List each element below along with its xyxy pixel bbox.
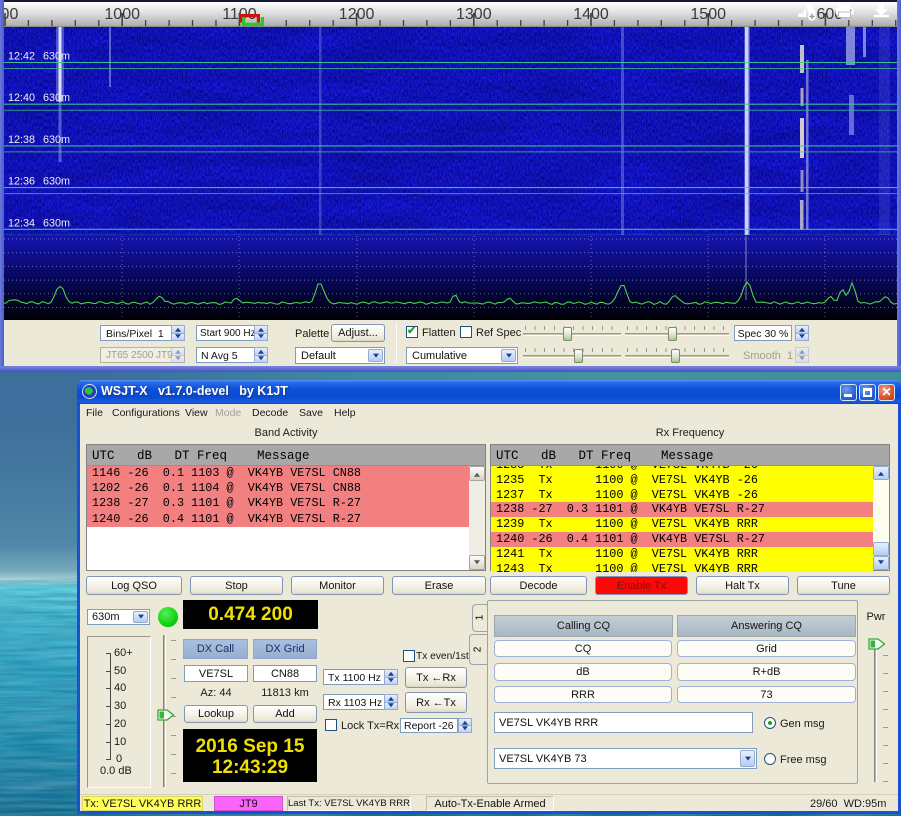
svg-text:12:36: 12:36 — [8, 176, 35, 188]
svg-text:630m: 630m — [43, 217, 70, 229]
svg-text:12:40: 12:40 — [8, 92, 35, 104]
svg-text:630m: 630m — [43, 92, 70, 104]
svg-text:630m: 630m — [43, 176, 70, 188]
svg-text:630m: 630m — [43, 134, 70, 146]
svg-text:12:42: 12:42 — [8, 51, 35, 63]
svg-text:1000: 1000 — [104, 6, 140, 23]
svg-text:1500: 1500 — [690, 6, 726, 23]
svg-text:1300: 1300 — [456, 6, 492, 23]
svg-text:1200: 1200 — [339, 6, 375, 23]
svg-text:12:34: 12:34 — [8, 217, 35, 229]
svg-text:1400: 1400 — [573, 6, 609, 23]
svg-text:630m: 630m — [43, 51, 70, 63]
svg-text:12:38: 12:38 — [8, 134, 35, 146]
